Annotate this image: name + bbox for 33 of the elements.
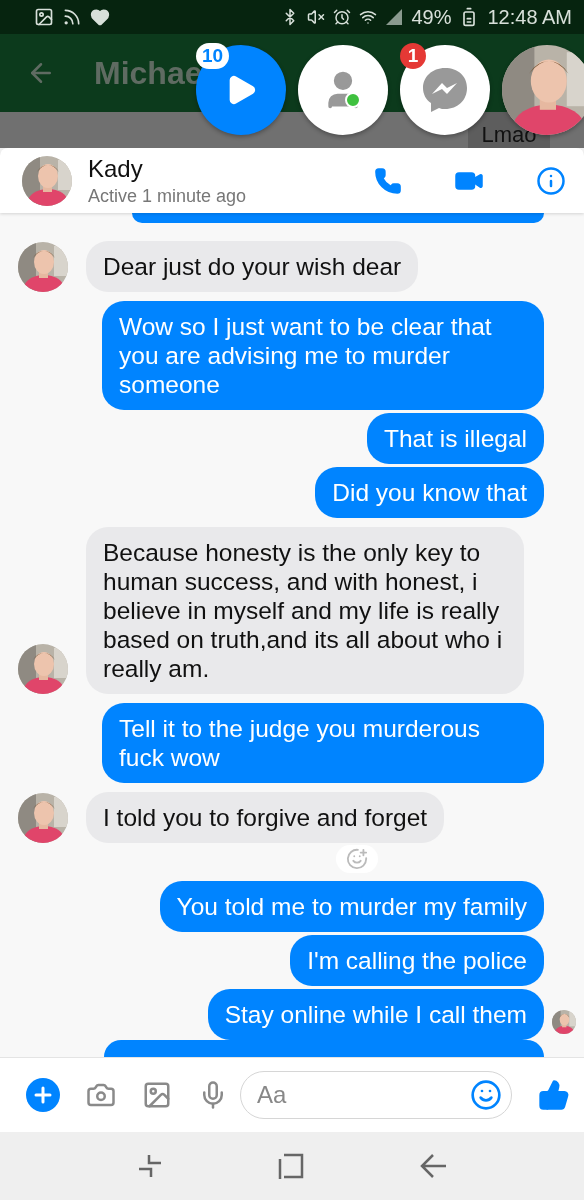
call-button[interactable] bbox=[374, 166, 402, 195]
message-bubble: Tell it to the judge you murderous fuck wow bbox=[102, 703, 544, 784]
add-button[interactable] bbox=[26, 1078, 60, 1112]
mute-icon bbox=[307, 8, 326, 26]
active-status: Active 1 minute ago bbox=[88, 185, 248, 207]
react-button[interactable] bbox=[336, 845, 378, 874]
wifi-icon bbox=[359, 8, 378, 26]
clock: 12:48 AM bbox=[487, 5, 572, 29]
battery-level: 49% bbox=[411, 5, 452, 29]
add-reaction-icon bbox=[346, 848, 368, 871]
heart-icon bbox=[90, 7, 110, 27]
recents-icon[interactable] bbox=[137, 1153, 164, 1179]
gallery-icon bbox=[34, 7, 54, 27]
alarm-icon bbox=[333, 8, 352, 26]
back-icon[interactable] bbox=[418, 1153, 447, 1179]
message-bubble: You told me to murder my family bbox=[159, 881, 544, 933]
message-bubble: I'm calling the police bbox=[290, 935, 544, 987]
emoji-icon[interactable] bbox=[470, 1079, 502, 1111]
message-field[interactable]: Aa bbox=[240, 1071, 512, 1119]
message-bubble: Dear just do your wish dear bbox=[86, 241, 419, 293]
message-bubble: That is illegal bbox=[367, 413, 544, 465]
cast-icon bbox=[62, 7, 82, 27]
message-bubble: I told you to forgive and forget bbox=[86, 792, 445, 844]
info-button[interactable] bbox=[536, 165, 566, 196]
message-bubble: Wow so I just want to be clear that you are advising me to murder someone bbox=[102, 301, 544, 411]
contact-name: Kady bbox=[88, 154, 144, 183]
like-button[interactable] bbox=[538, 1079, 570, 1111]
message-bubble: Because honesty is the only key to human success, and with honest, i believe in myself and my life is really based on truth,and its all about who i really am. bbox=[86, 527, 524, 695]
message-bubble: Did you know that bbox=[315, 467, 544, 519]
signal-icon bbox=[385, 8, 404, 26]
gallery-button[interactable] bbox=[142, 1080, 172, 1110]
message-bubble: Stay online while I call them bbox=[207, 989, 544, 1041]
home-icon[interactable] bbox=[278, 1153, 304, 1179]
